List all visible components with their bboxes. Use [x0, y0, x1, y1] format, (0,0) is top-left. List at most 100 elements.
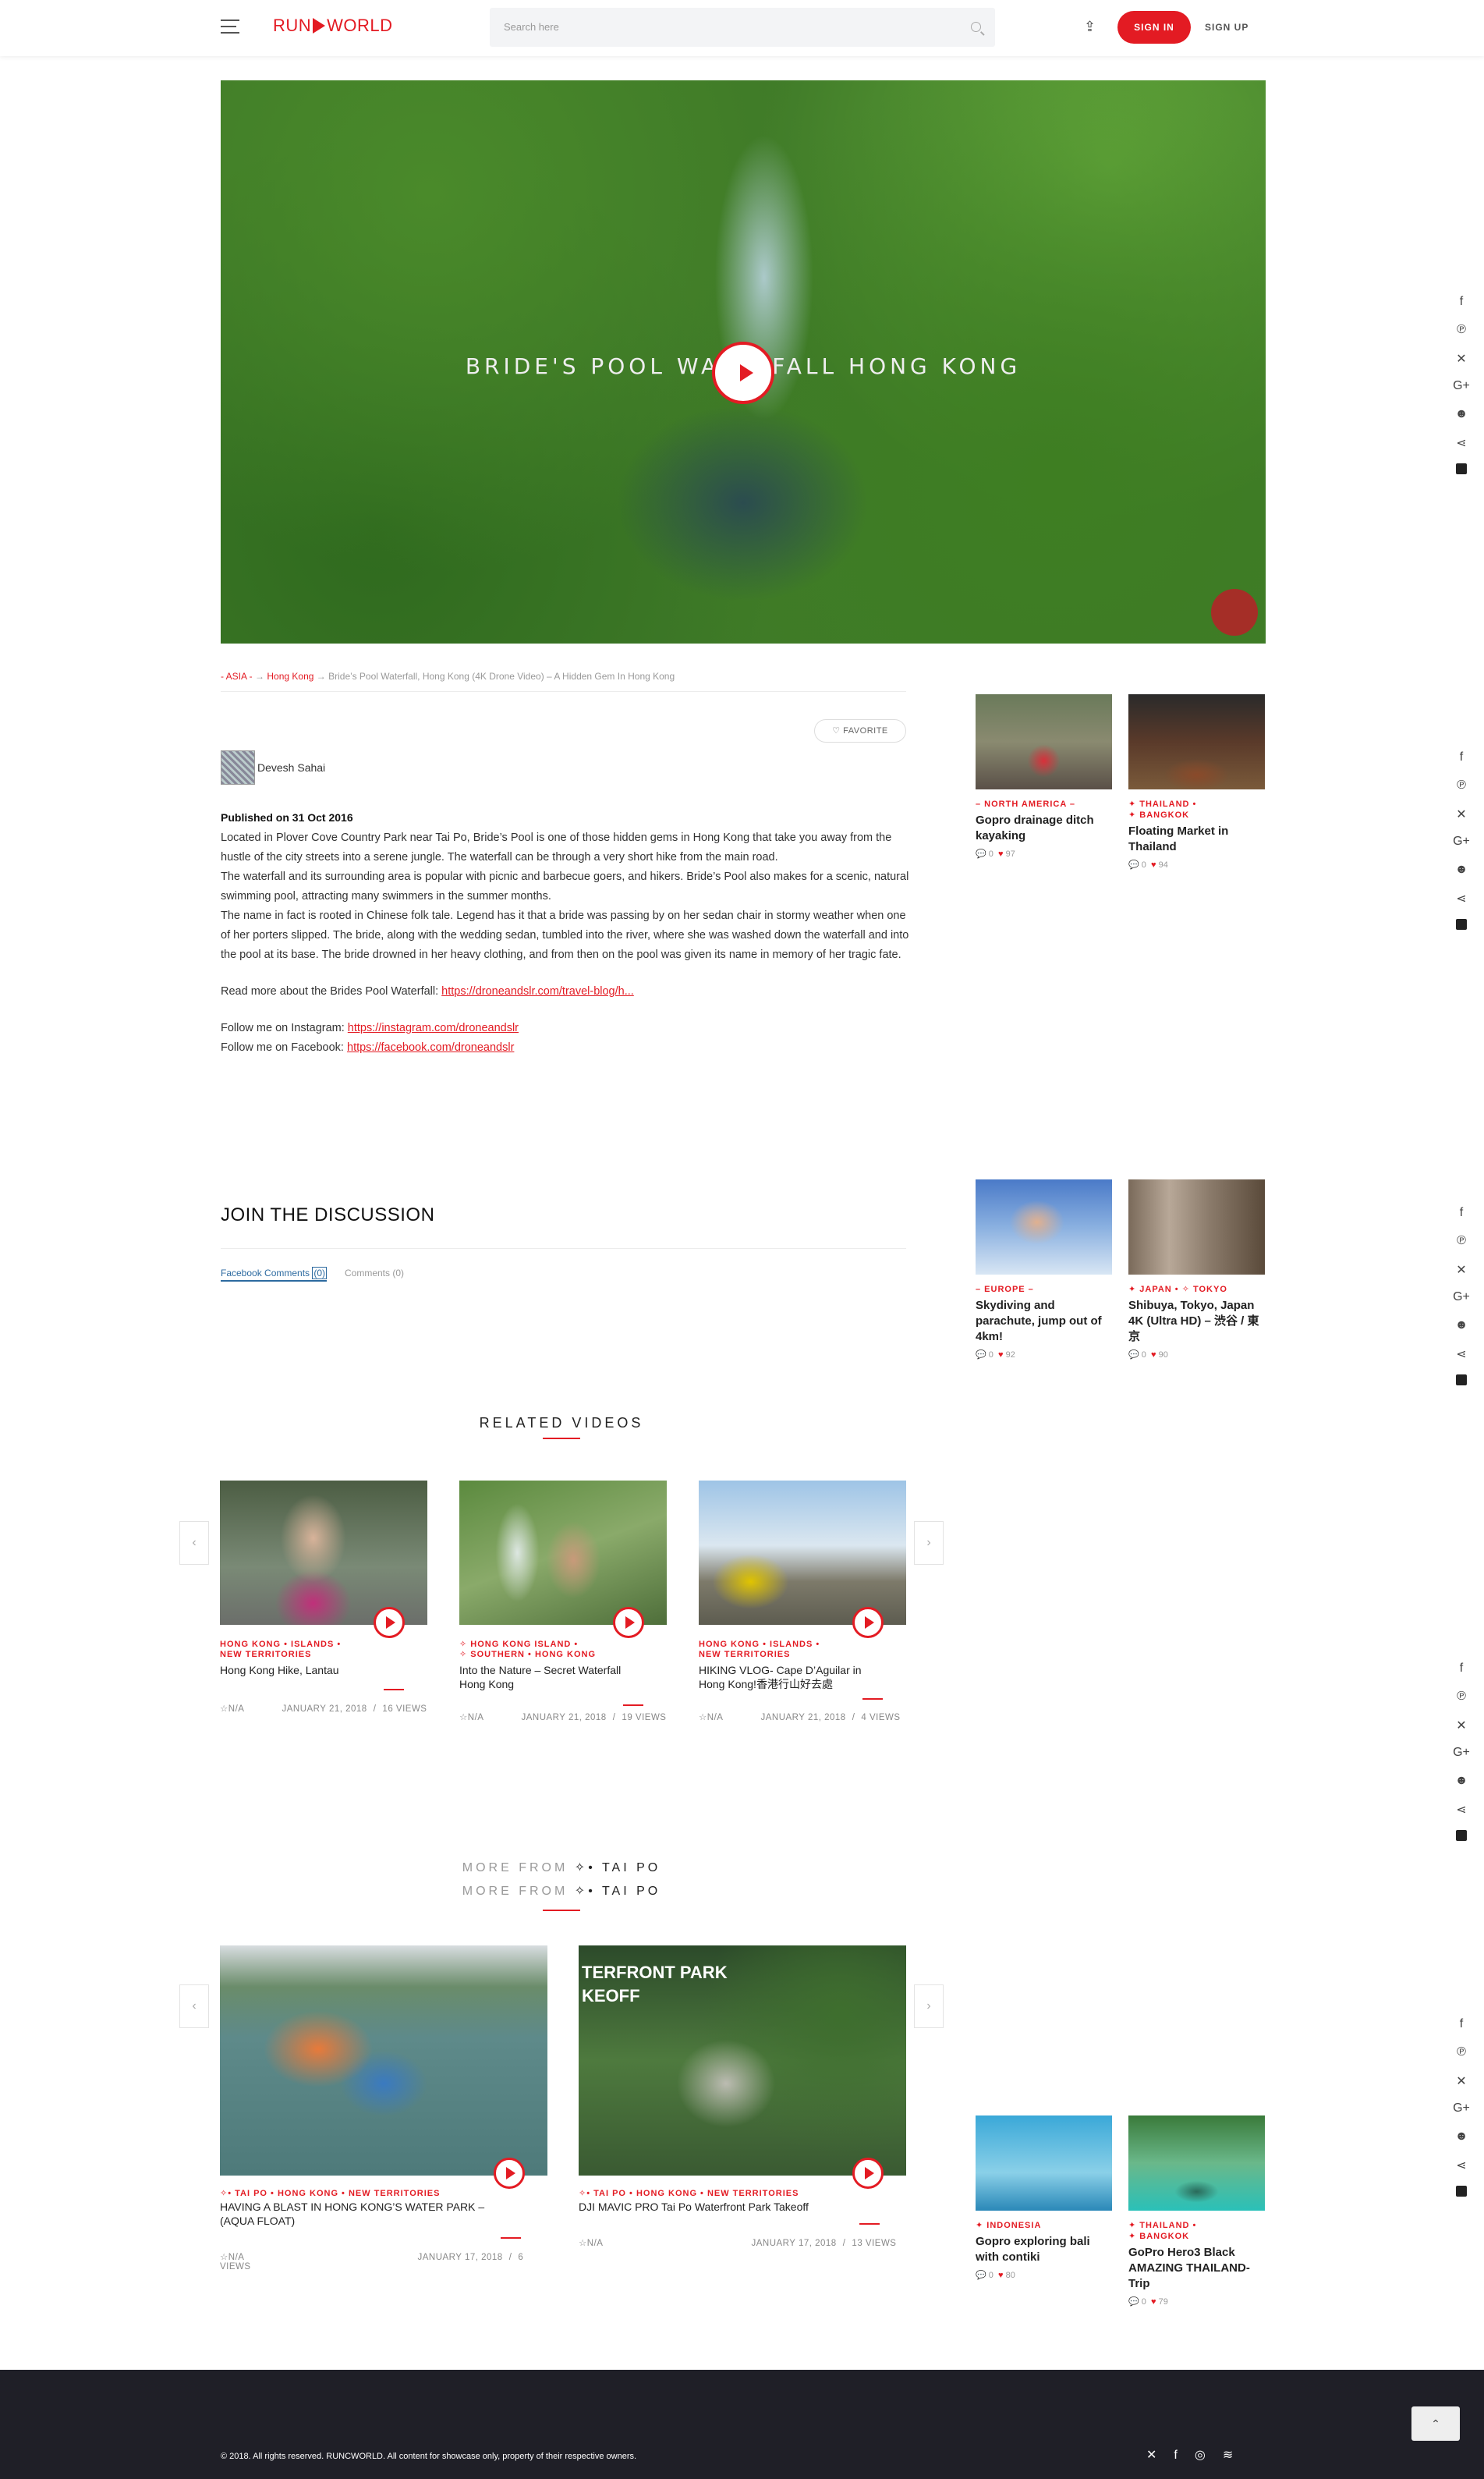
video-title[interactable]: DJI MAVIC PRO Tai Po Waterfront Park Tak… [579, 2200, 809, 2214]
video-thumbnail[interactable] [459, 1481, 667, 1625]
video-title[interactable]: Floating Market in Thailand [1128, 824, 1265, 855]
sidebar-video-card[interactable]: ✦ THAILAND • ✦ BANGKOK Floating Market in… [1128, 694, 1265, 870]
reddit-icon[interactable]: ☻ [1452, 1774, 1471, 1802]
video-categories[interactable]: ✧• TAI PO • HONG KONG • NEW TERRITORIES [220, 2189, 440, 2199]
video-thumbnail[interactable] [220, 1481, 427, 1625]
readmore-link[interactable]: https://droneandslr.com/travel-blog/h... [441, 985, 634, 998]
video-category[interactable]: ✦ THAILAND • ✦ BANGKOK [1128, 799, 1265, 821]
menu-icon[interactable] [221, 20, 239, 35]
video-title[interactable]: Gopro exploring bali with contiki [976, 2234, 1112, 2265]
bookmark-icon[interactable] [1452, 1830, 1471, 1858]
video-player[interactable]: BRIDE'S POOL WATERFALL HONG KONG [221, 80, 1266, 644]
sign-up-button[interactable]: SIGN UP [1205, 22, 1248, 33]
google-plus-icon[interactable]: G+ [1452, 1746, 1471, 1774]
play-icon[interactable] [852, 2158, 884, 2189]
video-category[interactable]: ✦ JAPAN • ✧ TOKYO [1128, 1284, 1265, 1295]
play-icon[interactable] [494, 2158, 525, 2189]
twitter-icon[interactable]: ✕ [1146, 2449, 1174, 2462]
video-thumbnail[interactable] [1128, 2115, 1265, 2211]
reddit-icon[interactable]: ☻ [1452, 407, 1471, 435]
pinterest-icon[interactable]: ℗ [1452, 323, 1471, 351]
sidebar-video-card[interactable]: – EUROPE – Skydiving and parachute, jump… [976, 1179, 1112, 1360]
search-input[interactable]: Search here [490, 8, 995, 47]
favorite-button[interactable]: ♡ FAVORITE [814, 719, 906, 743]
site-logo[interactable]: RUN WORLD [273, 16, 393, 36]
bookmark-icon[interactable] [1452, 2186, 1471, 2214]
facebook-icon[interactable]: f [1452, 2017, 1471, 2045]
more-video-card[interactable]: TERFRONT PARK KEOFF ✧• TAI PO • HONG KONG… [579, 1945, 906, 2281]
video-thumbnail[interactable] [1128, 694, 1265, 789]
video-title[interactable]: HAVING A BLAST IN HONG KONG’S WATER PARK… [220, 2200, 484, 2228]
pinterest-icon[interactable]: ℗ [1452, 1234, 1471, 1262]
share-icon[interactable]: ⋖ [1452, 1802, 1471, 1830]
bookmark-icon[interactable] [1452, 1374, 1471, 1403]
related-video-card[interactable]: ✧ HONG KONG ISLAND • ✧ SOUTHERN • HONG KO… [459, 1481, 667, 1722]
carousel-prev-button[interactable]: ‹ [179, 1521, 209, 1565]
video-title[interactable]: Hong Kong Hike, Lantau [220, 1663, 339, 1677]
carousel-prev-button[interactable]: ‹ [179, 1984, 209, 2028]
share-icon[interactable]: ⋖ [1452, 2158, 1471, 2186]
sidebar-video-card[interactable]: ✦ THAILAND • ✦ BANGKOK GoPro Hero3 Black … [1128, 2115, 1265, 2307]
twitter-icon[interactable]: ✕ [1452, 1262, 1471, 1290]
facebook-icon[interactable]: f [1452, 1662, 1471, 1690]
pinterest-icon[interactable]: ℗ [1452, 2045, 1471, 2073]
video-thumbnail[interactable] [976, 1179, 1112, 1275]
instagram-icon[interactable]: ◎ [1195, 2449, 1223, 2462]
bookmark-icon[interactable] [1452, 463, 1471, 491]
google-plus-icon[interactable]: G+ [1452, 379, 1471, 407]
video-category[interactable]: – EUROPE – [976, 1284, 1112, 1295]
video-title[interactable]: Gopro drainage ditch kayaking [976, 813, 1112, 844]
video-categories[interactable]: ✧• TAI PO • HONG KONG • NEW TERRITORIES [579, 2189, 799, 2199]
avatar[interactable] [221, 750, 255, 785]
video-thumbnail[interactable] [699, 1481, 906, 1625]
scroll-to-top-button[interactable]: ⌃ [1411, 2406, 1460, 2441]
reddit-icon[interactable]: ☻ [1452, 1318, 1471, 1346]
play-icon[interactable] [374, 1607, 405, 1638]
rss-icon[interactable]: ≋ [1223, 2449, 1250, 2462]
video-title[interactable]: Into the Nature – Secret Waterfall Hong K… [459, 1663, 621, 1691]
google-plus-icon[interactable]: G+ [1452, 2101, 1471, 2130]
video-category[interactable]: ✦ INDONESIA [976, 2220, 1112, 2231]
facebook-icon[interactable]: f [1174, 2449, 1194, 2462]
twitter-icon[interactable]: ✕ [1452, 2073, 1471, 2101]
sidebar-video-card[interactable]: ✦ JAPAN • ✧ TOKYO Shibuya, Tokyo, Japan … [1128, 1179, 1265, 1360]
play-icon[interactable] [712, 342, 774, 404]
reddit-icon[interactable]: ☻ [1452, 863, 1471, 891]
author-name[interactable]: Devesh Sahai [257, 761, 325, 774]
tab-comments[interactable]: Comments (0) [345, 1268, 404, 1279]
video-categories[interactable]: HONG KONG • ISLANDS • NEW TERRITORIES [699, 1640, 820, 1660]
sidebar-video-card[interactable]: ✦ INDONESIA Gopro exploring bali with co… [976, 2115, 1112, 2280]
facebook-link[interactable]: https://facebook.com/droneandslr [347, 1041, 514, 1054]
twitter-icon[interactable]: ✕ [1452, 807, 1471, 835]
video-title[interactable]: Skydiving and parachute, jump out of 4km… [976, 1298, 1112, 1345]
reddit-icon[interactable]: ☻ [1452, 2130, 1471, 2158]
search-icon[interactable] [971, 22, 981, 32]
breadcrumb-hongkong[interactable]: Hong Kong [267, 671, 313, 682]
google-plus-icon[interactable]: G+ [1452, 835, 1471, 863]
sign-in-button[interactable]: SIGN IN [1117, 11, 1191, 44]
video-title[interactable]: GoPro Hero3 Black AMAZING THAILAND-Trip [1128, 2245, 1265, 2292]
facebook-icon[interactable]: f [1452, 295, 1471, 323]
video-thumbnail[interactable]: TERFRONT PARK KEOFF [579, 1945, 906, 2176]
video-thumbnail[interactable] [1128, 1179, 1265, 1275]
breadcrumb-asia[interactable]: - ASIA - [221, 671, 253, 682]
share-icon[interactable]: ⋖ [1452, 891, 1471, 919]
pinterest-icon[interactable]: ℗ [1452, 1690, 1471, 1718]
video-thumbnail[interactable] [220, 1945, 547, 2176]
video-category[interactable]: – NORTH AMERICA – [976, 799, 1112, 810]
video-categories[interactable]: HONG KONG • ISLANDS • NEW TERRITORIES [220, 1640, 341, 1660]
video-title[interactable]: HIKING VLOG- Cape D’Aguilar in Hong Kong!… [699, 1663, 862, 1691]
video-thumbnail[interactable] [976, 694, 1112, 789]
related-video-card[interactable]: HONG KONG • ISLANDS • NEW TERRITORIES Hon… [220, 1481, 427, 1722]
tab-facebook-comments[interactable]: Facebook Comments (0) [221, 1267, 328, 1282]
bookmark-icon[interactable] [1452, 919, 1471, 947]
video-category[interactable]: ✦ THAILAND • ✦ BANGKOK [1128, 2220, 1265, 2242]
google-plus-icon[interactable]: G+ [1452, 1290, 1471, 1318]
pinterest-icon[interactable]: ℗ [1452, 778, 1471, 807]
video-categories[interactable]: ✧ HONG KONG ISLAND • ✧ SOUTHERN • HONG KO… [459, 1640, 596, 1660]
more-video-card[interactable]: ✧• TAI PO • HONG KONG • NEW TERRITORIES … [220, 1945, 547, 2281]
carousel-next-button[interactable]: › [914, 1984, 944, 2028]
play-icon[interactable] [613, 1607, 644, 1638]
carousel-next-button[interactable]: › [914, 1521, 944, 1565]
video-title[interactable]: Shibuya, Tokyo, Japan 4K (Ultra HD) – 渋谷… [1128, 1298, 1265, 1345]
